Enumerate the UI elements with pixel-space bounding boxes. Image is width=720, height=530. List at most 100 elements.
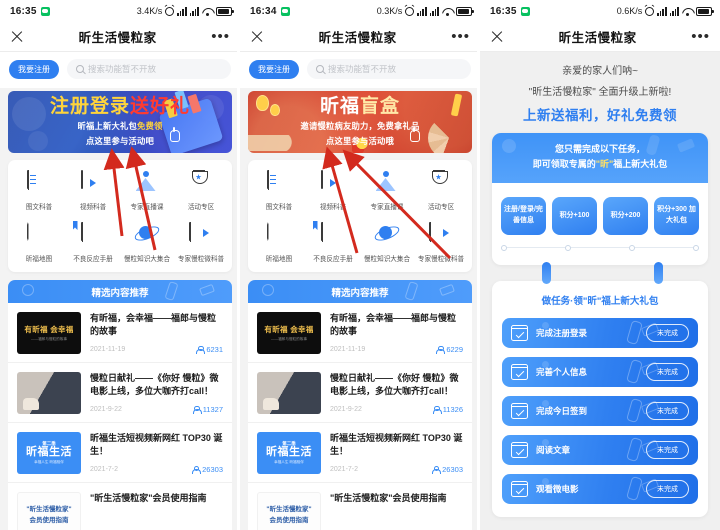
view-count: 6231 (206, 345, 223, 354)
reward-step[interactable]: 积分+200 (603, 196, 648, 235)
grid-item-zhuanjia-weikepu[interactable]: 专家慢粒微科普 (174, 222, 228, 263)
list-item[interactable]: 慢粒日献礼——《你好 慢粒》微电影上线，多位大咖齐打call！ 2021-9-2… (8, 363, 232, 423)
grid-item-huodong-zhuanqu[interactable]: 活动专区 (174, 171, 228, 211)
thumb-line-2: 会员使用指南 (29, 516, 69, 524)
close-icon[interactable] (10, 30, 24, 44)
thumb-line-2: 幸福人生 昕福相伴 (34, 460, 64, 465)
nav-bar: 昕生活慢粒家 ••• (480, 22, 720, 52)
header-deco (502, 139, 516, 153)
task-status-button[interactable]: 未完成 (646, 479, 689, 498)
list-item-title: "昕生活慢粒家"会员使用指南 (90, 493, 207, 503)
view-count: 6229 (446, 345, 463, 354)
task-row-register-login[interactable]: 完成注册登录 未完成 (502, 317, 698, 348)
header-deco (22, 284, 34, 296)
task-row-complete-profile[interactable]: 完善个人信息 未完成 (502, 356, 698, 387)
recommend-header-label: 精选内容推荐 (331, 287, 389, 299)
video-icon (320, 170, 346, 196)
thumb-line-1: 昕福生活 (266, 445, 312, 458)
recommend-header: 精选内容推荐 (248, 280, 472, 303)
tasks-title: 做任务·领"昕"福上新大礼包 (541, 295, 659, 307)
grid-item-label: 不良反应手册 (73, 256, 113, 263)
grid-item-zhuanjia-zhibo[interactable]: 专家直播课 (120, 171, 174, 211)
banner-subtitle-a: 昕福上新大礼包 (77, 121, 137, 132)
status-left: 16:35 (10, 6, 50, 17)
task-row-daily-checkin[interactable]: 完成今日签到 未完成 (502, 395, 698, 426)
battery-icon (216, 6, 234, 16)
list-item-views: 26303 (192, 465, 223, 474)
list-item-thumbnail: 第二季 昕福生活 幸福人生 昕福相伴 (257, 432, 321, 474)
grid-item-tuwen-kepu[interactable]: 图文科普 (252, 170, 306, 211)
list-item[interactable]: "昕生活慢粒家" 会员使用指南 "昕生活慢粒家"会员使用指南 (8, 483, 232, 530)
more-icon[interactable]: ••• (451, 29, 470, 44)
grid-item-shipin-kepu[interactable]: 视频科普 (66, 170, 120, 211)
task-status-button[interactable]: 未完成 (646, 362, 689, 381)
network-speed: 0.3K/s (376, 6, 403, 16)
thumb-line-1: "昕生活慢粒家" (26, 505, 72, 513)
planet-icon (375, 223, 400, 248)
view-count: 11327 (202, 405, 223, 414)
reward-step[interactable]: 积分+300 加大礼包 (654, 196, 699, 235)
close-icon[interactable] (490, 30, 504, 44)
grid-item-label: 图文科普 (265, 204, 293, 211)
banner-cta[interactable]: 点这里参与活动吧 (8, 135, 232, 147)
list-item-date: 2021-11-19 (90, 346, 126, 353)
list-item[interactable]: 第二季 昕福生活 幸福人生 昕福相伴 昕福生活短视频新网红 TOP30 诞生！ … (248, 423, 472, 483)
close-icon[interactable] (250, 30, 264, 44)
register-button[interactable]: 我要注册 (9, 59, 59, 79)
promo-banner[interactable]: 注册登录送好礼 昕福上新大礼包免费领 点这里参与活动吧 (8, 91, 232, 153)
header-deco (164, 281, 179, 301)
list-item-body: 慢粒日献礼——《你好 慢粒》微电影上线，多位大咖齐打call！ 2021-9-2… (330, 372, 463, 414)
grid-item-tuwen-kepu[interactable]: 图文科普 (12, 170, 66, 211)
task-row-watch-film[interactable]: 观看微电影 未完成 (502, 473, 698, 504)
grid-item-xinfu-ditu[interactable]: 昕福地图 (12, 222, 66, 263)
banner-title: 注册登录送好礼 (8, 96, 232, 118)
task-row-read-article[interactable]: 阅读文章 未完成 (502, 434, 698, 465)
grid-item-buliang-fanying[interactable]: 不良反应手册 (66, 221, 120, 263)
grid-item-manli-zhishi[interactable]: 慢粒知识大集合 (120, 223, 174, 263)
search-input[interactable]: 搜索功能暂不开放 (307, 59, 471, 79)
more-icon[interactable]: ••• (691, 29, 710, 44)
register-button[interactable]: 我要注册 (249, 59, 299, 79)
banner-cta[interactable]: 点这里参与活动哦 (248, 135, 472, 147)
list-item[interactable]: 慢粒日献礼——《你好 慢粒》微电影上线，多位大咖齐打call！ 2021-9-2… (248, 363, 472, 423)
grid-item-manli-zhishi[interactable]: 慢粒知识大集合 (360, 223, 414, 263)
task-status-button[interactable]: 未完成 (646, 401, 689, 420)
task-status-button[interactable]: 未完成 (646, 323, 689, 342)
thumb-line-2: ——福郎与慢粒的故事 (271, 337, 307, 341)
status-bar: 16:35 3.4K/s (0, 0, 240, 22)
search-input[interactable]: 搜索功能暂不开放 (67, 59, 231, 79)
search-placeholder: 搜索功能暂不开放 (88, 64, 157, 74)
list-item[interactable]: 有昕福 会幸福 ——福郎与慢粒的故事 有昕福，会幸福——福郎与慢粒的故事 202… (8, 303, 232, 363)
step-line (571, 247, 629, 249)
task-status-button[interactable]: 未完成 (646, 440, 689, 459)
list-item[interactable]: 第二季 昕福生活 幸福人生 昕福相伴 昕福生活短视频新网红 TOP30 诞生！ … (8, 423, 232, 483)
grid-item-zhuanjia-weikepu[interactable]: 专家慢粒微科普 (414, 222, 468, 263)
grid-item-zhuanjia-zhibo[interactable]: 专家直播课 (360, 171, 414, 211)
user-icon (196, 345, 206, 354)
grid-item-label: 昕福地图 (25, 256, 53, 263)
reward-head-2a: 即可领取专属的 (532, 159, 596, 170)
list-item-meta: 2021-7-2 26303 (330, 459, 463, 474)
header-deco (404, 281, 419, 301)
reward-step[interactable]: 注册/登录/完善信息 (501, 196, 546, 235)
search-row: 我要注册 搜索功能暂不开放 (240, 52, 480, 88)
wifi-icon (442, 7, 453, 16)
search-icon (316, 65, 324, 73)
list-item-title: "昕生活慢粒家"会员使用指南 (330, 493, 447, 503)
grid-item-shipin-kepu[interactable]: 视频科普 (306, 170, 360, 211)
list-item-date: 2021-7-2 (330, 466, 359, 473)
wechat-icon (280, 6, 290, 16)
intro-line-1: 亲爱的家人们呐~ (562, 66, 638, 77)
more-icon[interactable]: ••• (211, 29, 230, 44)
reward-step[interactable]: 积分+100 (552, 196, 597, 235)
promo-banner[interactable]: 昕福盲盒 邀请慢粒病友助力，免费拿礼品 点这里参与活动哦 (248, 91, 472, 153)
list-item[interactable]: "昕生活慢粒家" 会员使用指南 "昕生活慢粒家"会员使用指南 (248, 483, 472, 530)
grid-item-huodong-zhuanqu[interactable]: 活动专区 (414, 171, 468, 211)
feature-grid: 图文科普 视频科普 专家直播课 活动专区 昕福地图 不良反应手册 慢粒知识大集合… (8, 160, 232, 272)
grid-item-buliang-fanying[interactable]: 不良反应手册 (306, 221, 360, 263)
grid-item-xinfu-ditu[interactable]: 昕福地图 (252, 222, 306, 263)
thumb-line-2: ——福郎与慢粒的故事 (31, 337, 67, 341)
screenshot-root: 16:35 3.4K/s 昕生活慢粒家 ••• 我要注册 搜索功能暂不开放 注册… (0, 0, 720, 530)
list-item[interactable]: 有昕福 会幸福 ——福郎与慢粒的故事 有昕福，会幸福——福郎与慢粒的故事 202… (248, 303, 472, 363)
list-item-views: 6231 (196, 345, 223, 354)
